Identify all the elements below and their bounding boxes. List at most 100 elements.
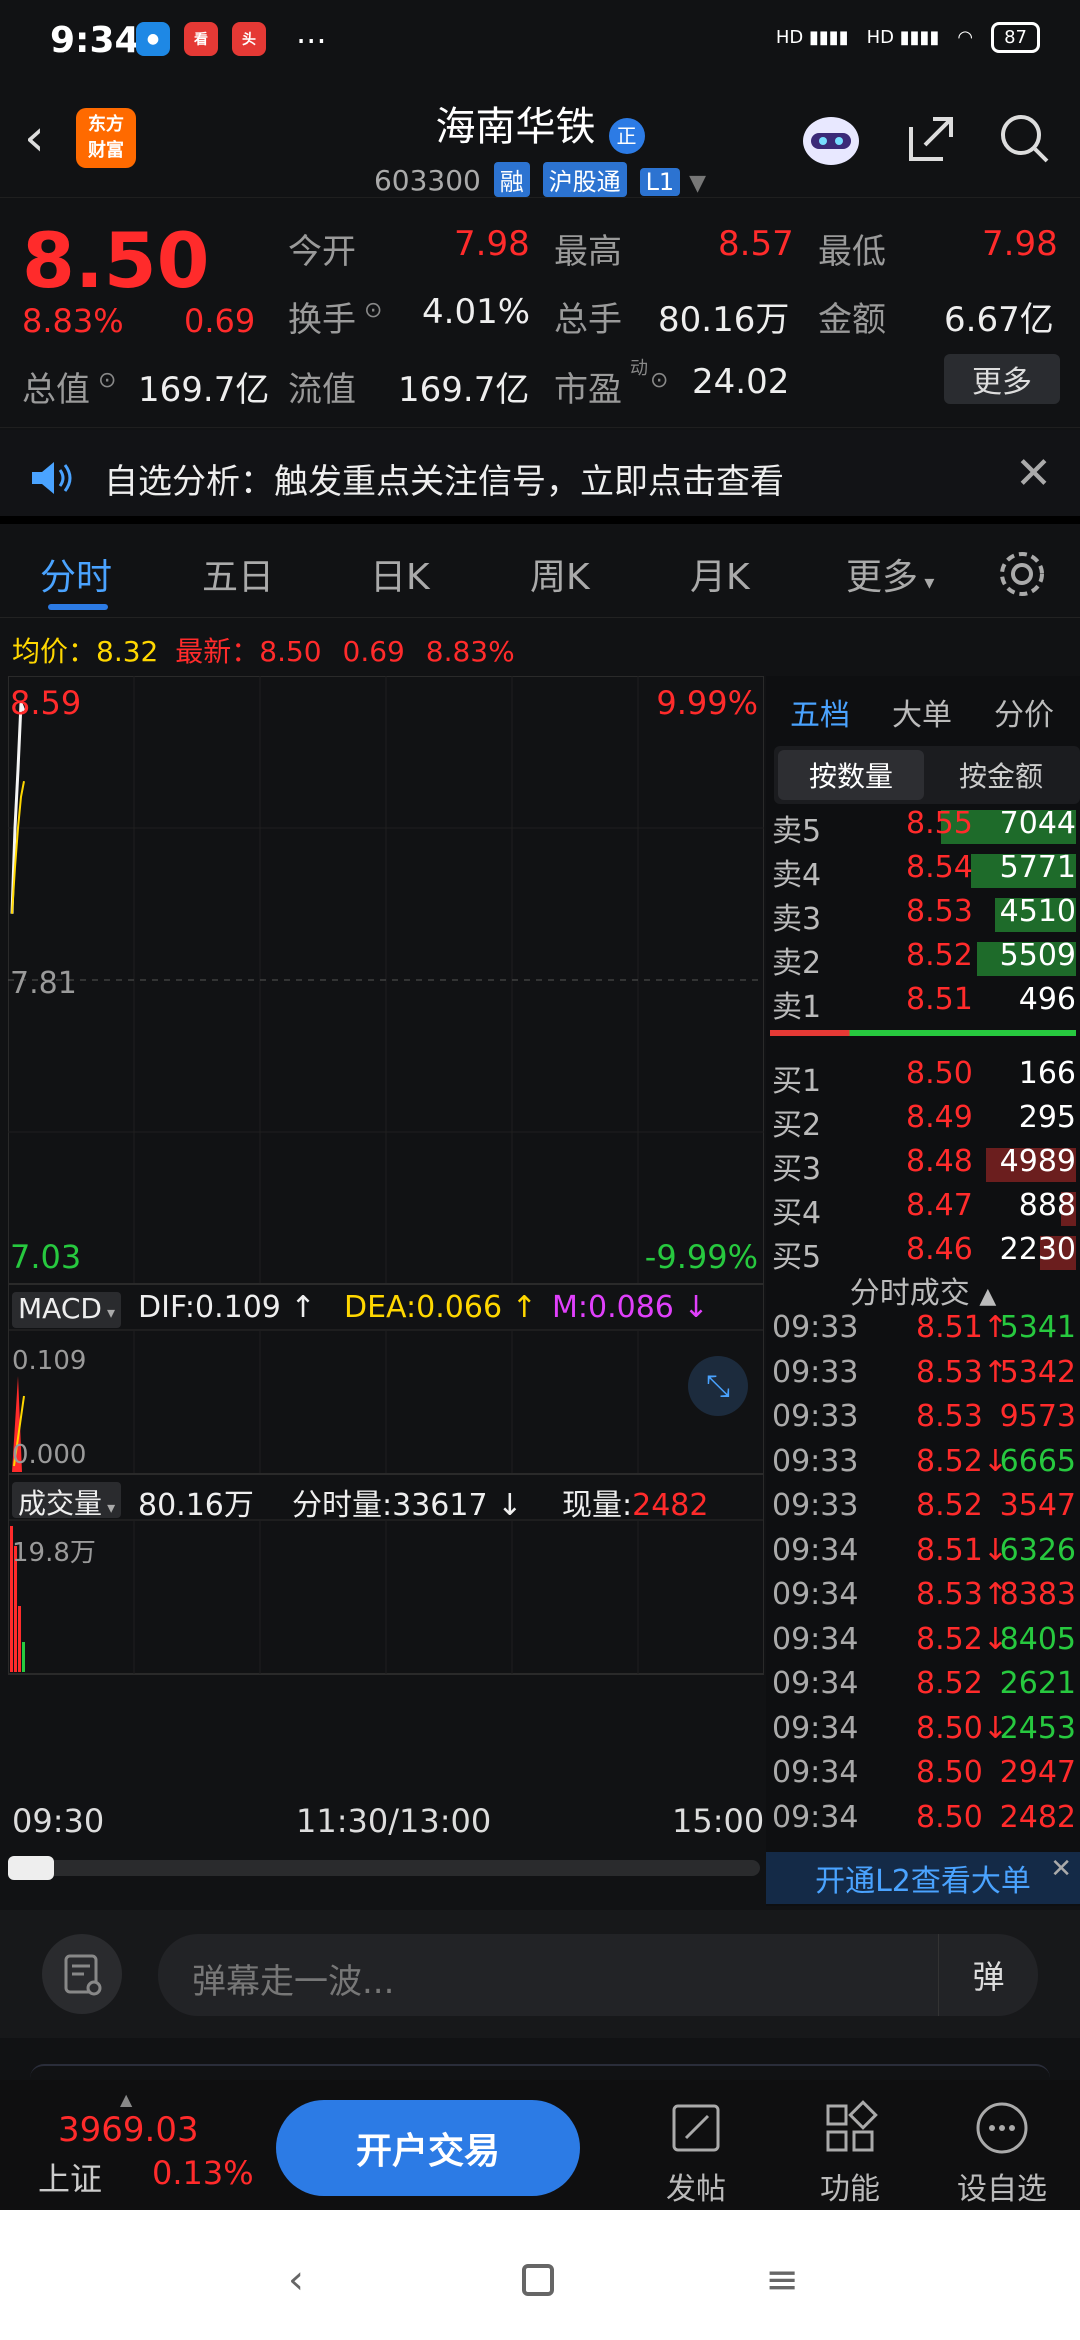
trade-time: 09:33 [772, 1443, 859, 1479]
level-price: 8.47 [906, 1188, 973, 1223]
tab-more-label: 更多 [846, 557, 919, 598]
functions-label: 功能 [820, 2172, 880, 2207]
value-pe: 24.02 [692, 362, 790, 402]
trade-time: 09:34 [772, 1666, 859, 1701]
index-name[interactable]: 上证 [38, 2154, 102, 2200]
trade-time: 09:34 [772, 1621, 859, 1657]
app-notification-icon: 头 [232, 22, 266, 56]
chart-tabs: 分时 五日 日K 周K 月K 更多 ▾ [0, 524, 1080, 618]
trade-row: 09:34 8.50↓ 2453 [766, 1711, 1080, 1755]
order-book-row: 买2 8.49 295 [766, 1100, 1080, 1144]
trade-volume: 2453 [999, 1710, 1076, 1746]
danmu-placeholder: 弹幕走一波... [192, 1962, 395, 2002]
trade-time: 09:33 [772, 1488, 859, 1523]
trade-row: 09:34 8.50 2482 [766, 1800, 1080, 1844]
danmu-toggle-button[interactable]: 弹 [938, 1934, 1038, 2016]
level-label: 卖5 [772, 814, 822, 849]
trade-row: 09:34 8.52 2621 [766, 1666, 1080, 1710]
tab-five-levels[interactable]: 五档 [790, 690, 850, 734]
dropdown-icon: ▼ [689, 170, 707, 196]
danmu-list-icon[interactable] [42, 1934, 122, 2014]
badge-icon: 正 [608, 117, 645, 154]
speaker-icon [32, 462, 72, 494]
nav-back-icon[interactable]: ‹ [266, 2250, 326, 2310]
notice-bar[interactable]: 自选分析：触发重点关注信号，立即点击查看 ✕ [0, 430, 1080, 524]
macd-selector[interactable]: MACD ▾ [12, 1292, 122, 1328]
app-notification-icon: 看 [184, 22, 218, 56]
trade-row: 09:34 8.51↓ 6326 [766, 1533, 1080, 1577]
level-price: 8.46 [906, 1232, 973, 1267]
nav-menu-icon[interactable]: ≡ [752, 2250, 812, 2310]
search-icon[interactable] [990, 104, 1060, 174]
label-float-value: 流值 [288, 370, 356, 410]
app-notification-icon: ● [136, 22, 170, 56]
gear-icon[interactable] [996, 548, 1048, 600]
sub-tab-by-amount[interactable]: 按金额 [928, 750, 1074, 800]
bottom-toolbar: ▲ 3969.03 上证 0.13% 开户交易 发帖 功能 设自选 [0, 2080, 1080, 2210]
tab-intraday[interactable]: 分时 [40, 548, 112, 600]
sub-tab-by-quantity[interactable]: 按数量 [778, 750, 924, 800]
order-book-row: 卖1 8.51 496 [766, 982, 1080, 1026]
functions-button[interactable]: 功能 [790, 2100, 910, 2208]
more-button[interactable]: 更多 [944, 354, 1060, 404]
value-total-value: 169.7亿 [138, 370, 270, 410]
trade-volume: 9573 [999, 1399, 1076, 1434]
scroll-thumb[interactable] [8, 1856, 54, 1880]
trade-price: 8.52 [916, 1488, 983, 1523]
quote-panel: 8.50 8.83% 0.69 今开 7.98 最高 8.57 最低 7.98 … [0, 198, 1080, 428]
macd-dif: DIF:0.109 ↑ [138, 1290, 316, 1325]
change-value: 0.69 [184, 302, 256, 340]
tab-monthly-k[interactable]: 月K [690, 548, 750, 600]
close-icon[interactable]: ✕ [1050, 1854, 1072, 1884]
tab-weekly-k[interactable]: 周K [530, 548, 590, 600]
index-change[interactable]: 0.13% [152, 2154, 254, 2192]
volume-now: 现量:2482 [562, 1480, 708, 1524]
l2-upgrade-banner[interactable]: 开通L2查看大单 ✕ [766, 1852, 1080, 1904]
tab-underline [48, 604, 108, 610]
robot-assistant-icon[interactable] [796, 104, 866, 174]
trade-price: 8.53 [916, 1399, 983, 1434]
tab-price-dist[interactable]: 分价 [994, 690, 1054, 734]
time-axis-end: 15:00 [672, 1802, 765, 1840]
trade-volume: 2621 [999, 1666, 1076, 1701]
price-axis-mid: 7.81 [10, 966, 77, 1001]
danmu-input[interactable]: 弹幕走一波... 弹 [158, 1934, 1038, 2016]
level-label: 买3 [772, 1152, 822, 1187]
post-button[interactable]: 发帖 [636, 2100, 756, 2208]
trade-volume: 2947 [999, 1755, 1076, 1790]
trade-volume: 8405 [999, 1621, 1076, 1657]
nav-home-icon[interactable] [508, 2250, 568, 2310]
close-icon[interactable]: ✕ [1015, 448, 1052, 499]
level-volume: 888 [1018, 1188, 1076, 1223]
tab-five-day[interactable]: 五日 [202, 548, 274, 600]
trade-row: 09:33 8.51↑ 5341 [766, 1310, 1080, 1354]
volume-selector[interactable]: 成交量 ▾ [12, 1482, 122, 1520]
tab-big-orders[interactable]: 大单 [892, 690, 952, 734]
trade-price: 8.53↑ [916, 1577, 1008, 1612]
share-icon[interactable] [896, 104, 966, 174]
trade-price: 8.52↓ [916, 1443, 1008, 1479]
latest-change: 0.69 [342, 635, 405, 668]
info-icon[interactable]: ⊙ [98, 368, 116, 393]
info-icon[interactable]: ⊙ [650, 368, 668, 393]
trade-time: 09:34 [772, 1577, 859, 1612]
intraday-chart[interactable]: 8.59 9.99% 7.81 7.03 -9.99% MACD ▾ DIF:0… [7, 675, 765, 1884]
trades-title[interactable]: 分时成交 ▲ [766, 1268, 1080, 1312]
tab-more[interactable]: 更多 ▾ [846, 548, 934, 600]
info-icon[interactable]: ⊙ [364, 298, 382, 323]
chart-scrollbar[interactable] [8, 1856, 760, 1880]
index-value[interactable]: 3969.03 [58, 2110, 199, 2150]
trade-row: 09:33 8.52↓ 6665 [766, 1444, 1080, 1488]
tab-daily-k[interactable]: 日K [370, 548, 430, 600]
trade-row: 09:34 8.53↑ 8383 [766, 1577, 1080, 1621]
label-pe: 市盈 [554, 370, 622, 410]
stock-header: ‹ 东方 财富 海南华铁 正 603300 融 沪股通 L1 ▼ [0, 80, 1080, 198]
add-watchlist-button[interactable]: 设自选 [942, 2100, 1062, 2208]
order-book-row: 买3 8.48 4989 [766, 1144, 1080, 1188]
expand-icon[interactable]: ⤡ [688, 1356, 748, 1416]
level-price: 8.48 [906, 1144, 973, 1179]
open-account-trade-button[interactable]: 开户交易 [276, 2100, 580, 2196]
trade-time: 09:33 [772, 1310, 859, 1345]
tag-margin: 融 [493, 161, 530, 197]
trade-time: 09:33 [772, 1399, 859, 1434]
